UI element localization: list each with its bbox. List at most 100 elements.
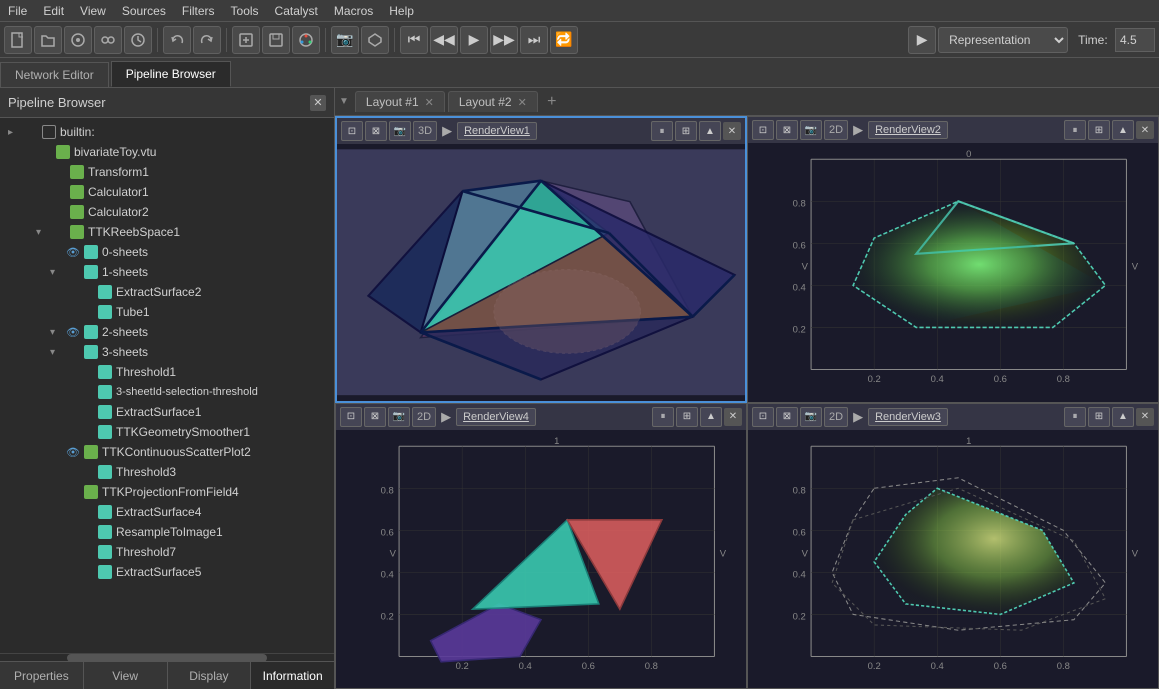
render-view-1[interactable]: ⊡ ⊠ 📷 3D ▶ RenderView1 ⏸ ⊞ ▲ ✕ [335,116,747,403]
visibility-icon[interactable]: 👁 [78,543,96,561]
tree-node-0sheets[interactable]: 👁 0-sheets [0,242,334,262]
tab-view[interactable]: View [84,662,168,689]
render-view-3[interactable]: ⊡ ⊠ 📷 2D ▶ RenderView3 ⏸ ⊞ ▲ ✕ [747,403,1159,689]
menu-sources[interactable]: Sources [114,2,174,20]
up-btn-2[interactable]: ▲ [1112,120,1134,140]
grid-btn-1[interactable]: ⊞ [675,121,697,141]
reset-camera-btn-4[interactable]: ⊡ [340,407,362,427]
tree-node-ttkprojectionfromfield4[interactable]: 👁 TTKProjectionFromField4 [0,482,334,502]
expand-icon[interactable] [64,527,76,538]
menu-macros[interactable]: Macros [326,2,381,20]
pipeline-tree[interactable]: ▸ 👁 builtin: 👁 bivariateToy.vtu 👁 Transf… [0,118,334,653]
visibility-icon[interactable]: 👁 [78,563,96,581]
view-arrow-3[interactable]: ▶ [850,409,866,425]
view-arrow-4[interactable]: ▶ [438,409,454,425]
visibility-icon[interactable]: 👁 [64,343,82,361]
visibility-icon[interactable]: 👁 [64,323,82,341]
add-layout-tab-button[interactable]: + [541,91,563,113]
menu-edit[interactable]: Edit [35,2,72,20]
expand-icon[interactable] [64,467,76,478]
screenshot-btn-4[interactable]: 📷 [388,407,410,427]
expand-icon[interactable] [64,287,76,298]
pause-btn-4[interactable]: ⏸ [652,407,674,427]
expand-icon[interactable] [50,487,62,498]
expand-icon[interactable] [64,387,76,398]
grid-btn-4[interactable]: ⊞ [676,407,698,427]
more-button[interactable]: ▶ [908,26,936,54]
tab-properties[interactable]: Properties [0,662,84,689]
tab-network-editor[interactable]: Network Editor [0,62,109,87]
expand-icon[interactable]: ▾ [50,347,62,358]
expand-icon[interactable]: ▾ [50,267,62,278]
close-view-1[interactable]: ✕ [723,122,741,140]
recent-button[interactable] [124,26,152,54]
save-geometry-button[interactable] [361,26,389,54]
expand-icon[interactable] [64,507,76,518]
expand-icon[interactable] [50,247,62,258]
zoom-fit-btn-3[interactable]: ⊠ [776,407,798,427]
first-frame-button[interactable]: ⏮ [400,26,428,54]
tree-node-ttkcontinuousscatterplot2[interactable]: 👁 TTKContinuousScatterPlot2 [0,442,334,462]
visibility-icon[interactable]: 👁 [78,503,96,521]
open-button[interactable] [34,26,62,54]
visibility-icon[interactable]: 👁 [50,183,68,201]
up-btn-3[interactable]: ▲ [1112,407,1134,427]
tree-node-transform1[interactable]: 👁 Transform1 [0,162,334,182]
load-state-button[interactable] [232,26,260,54]
tree-node-extractsurface5[interactable]: 👁 ExtractSurface5 [0,562,334,582]
grid-btn-2[interactable]: ⊞ [1088,120,1110,140]
layout-tab-2[interactable]: Layout #2 ✕ [448,91,538,112]
zoom-fit-btn-1[interactable]: ⊠ [365,121,387,141]
expand-icon[interactable] [36,187,48,198]
visibility-icon[interactable]: 👁 [78,283,96,301]
render-view-2[interactable]: ⊡ ⊠ 📷 2D ▶ RenderView2 ⏸ ⊞ ▲ ✕ [747,116,1159,403]
expand-icon[interactable]: ▾ [36,227,48,238]
save-state-button[interactable] [262,26,290,54]
tree-node-2sheets[interactable]: ▾ 👁 2-sheets [0,322,334,342]
view-name-4[interactable]: RenderView4 [456,408,536,426]
expand-icon[interactable] [64,367,76,378]
tree-node-threshold3[interactable]: 👁 Threshold3 [0,462,334,482]
view-arrow-1[interactable]: ▶ [439,123,455,139]
screenshot-btn-2[interactable]: 📷 [800,120,822,140]
view-name-3[interactable]: RenderView3 [868,408,948,426]
tree-node-threshold1[interactable]: 👁 Threshold1 [0,362,334,382]
visibility-icon[interactable]: 👁 [64,483,82,501]
representation-select[interactable]: Representation [938,27,1068,53]
loop-button[interactable]: 🔁 [550,26,578,54]
visibility-icon[interactable]: 👁 [78,303,96,321]
prev-frame-button[interactable]: ◀◀ [430,26,458,54]
expand-icon[interactable] [64,547,76,558]
visibility-icon[interactable]: 👁 [50,163,68,181]
close-panel-button[interactable]: ✕ [310,95,326,111]
redo-button[interactable] [193,26,221,54]
render-view-4[interactable]: ⊡ ⊠ 📷 2D ▶ RenderView4 ⏸ ⊞ ▲ ✕ [335,403,747,689]
tree-node-resampletoimage1[interactable]: 👁 ResampleToImage1 [0,522,334,542]
tree-node-calculator2[interactable]: 👁 Calculator2 [0,202,334,222]
screenshot-btn-1[interactable]: 📷 [389,121,411,141]
tree-node-ttkreebspace1[interactable]: ▾ 👁 TTKReebSpace1 [0,222,334,242]
visibility-icon[interactable]: 👁 [50,203,68,221]
layout-tab-2-close[interactable]: ✕ [518,96,527,109]
disconnect-button[interactable] [94,26,122,54]
zoom-fit-btn-4[interactable]: ⊠ [364,407,386,427]
tree-node-1sheets[interactable]: ▾ 👁 1-sheets [0,262,334,282]
tab-display[interactable]: Display [168,662,252,689]
layout-chevron[interactable]: ▼ [339,96,349,107]
connect-button[interactable] [64,26,92,54]
expand-icon[interactable] [36,167,48,178]
view-name-1[interactable]: RenderView1 [457,122,537,140]
layout-tab-1-close[interactable]: ✕ [425,96,434,109]
tree-node-tube1[interactable]: 👁 Tube1 [0,302,334,322]
tree-node-3sheets[interactable]: ▾ 👁 3-sheets [0,342,334,362]
tree-node-threshold7[interactable]: 👁 Threshold7 [0,542,334,562]
tree-node-extractsurface2[interactable]: 👁 ExtractSurface2 [0,282,334,302]
screenshot-button[interactable]: 📷 [331,26,359,54]
menu-tools[interactable]: Tools [223,2,267,20]
menu-help[interactable]: Help [381,2,422,20]
visibility-icon[interactable]: 👁 [36,143,54,161]
next-frame-button[interactable]: ▶▶ [490,26,518,54]
tree-node-3sheetid[interactable]: 👁 3-sheetId-selection-threshold [0,382,334,402]
view-name-2[interactable]: RenderView2 [868,121,948,139]
visibility-icon[interactable]: 👁 [78,423,96,441]
